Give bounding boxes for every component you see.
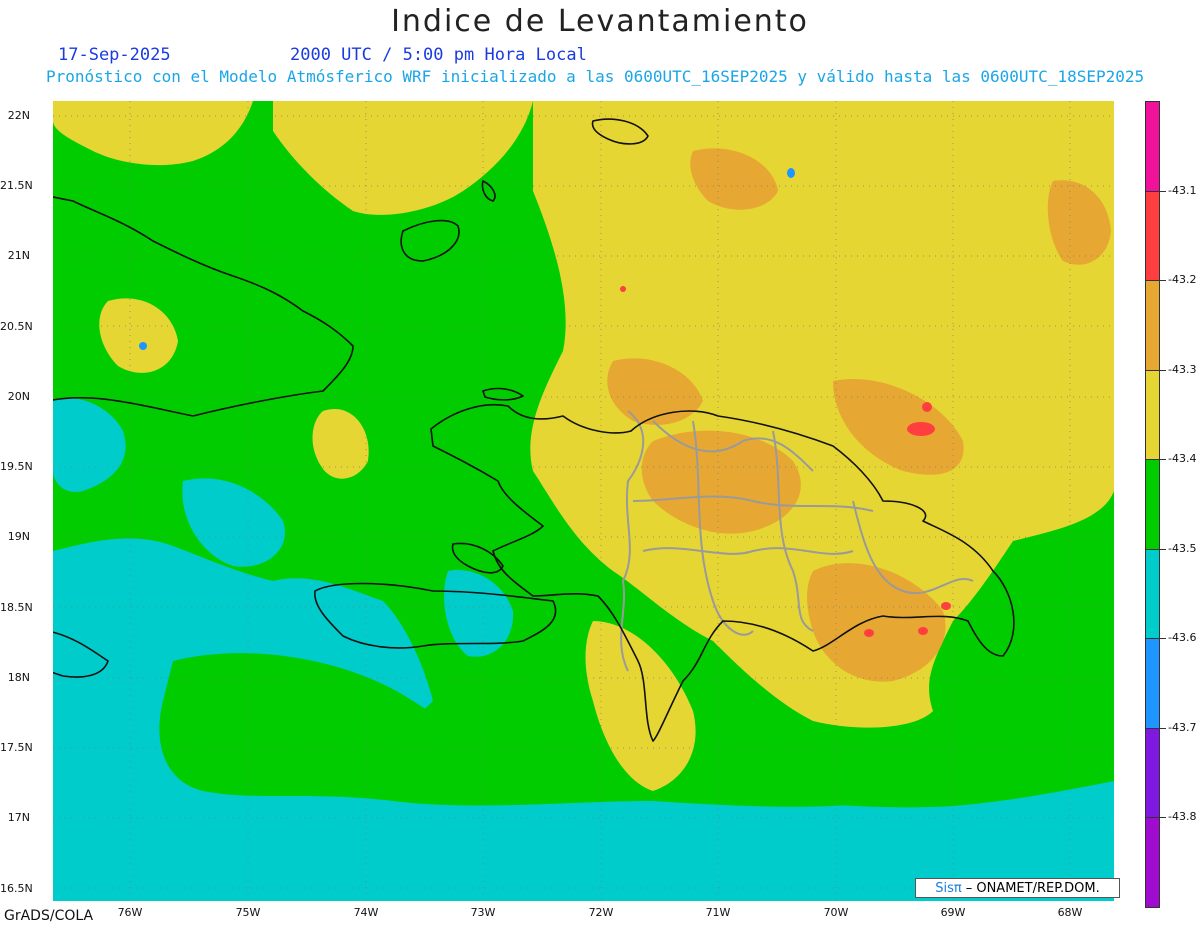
colorbar-swatch xyxy=(1145,548,1160,639)
credit-text: – ONAMET/REP.DOM. xyxy=(965,880,1100,896)
colorbar-swatch xyxy=(1145,101,1160,192)
lon-label: 72W xyxy=(588,906,614,919)
lon-label: 73W xyxy=(470,906,496,919)
lat-label: 21N xyxy=(7,249,30,262)
colorbar-swatch xyxy=(1145,727,1160,818)
colorbar-swatch xyxy=(1145,190,1160,281)
lat-label: 20N xyxy=(7,390,30,403)
colorbar-label: -43.1 xyxy=(1168,183,1197,197)
field-red-spot xyxy=(941,602,951,610)
forecast-date: 17-Sep-2025 xyxy=(58,45,171,65)
lon-label: 69W xyxy=(940,906,966,919)
credit-brand: Sisπ xyxy=(935,880,962,896)
colorbar-tick xyxy=(1160,369,1166,371)
colorbar-tick xyxy=(1160,459,1166,460)
lat-label: 18N xyxy=(7,671,30,684)
colorbar-label: -43.8 xyxy=(1168,810,1197,823)
lat-label: 22N xyxy=(7,109,30,122)
colorbar-label: -43.6 xyxy=(1168,631,1197,644)
colorbar-tick xyxy=(1160,638,1166,639)
software-label: GrADS/COLA xyxy=(4,908,94,924)
colorbar-swatch xyxy=(1145,459,1160,550)
lon-label: 71W xyxy=(705,906,731,919)
colorbar-tick xyxy=(1160,817,1166,818)
field-blue-cell xyxy=(139,342,147,350)
field-red-spot xyxy=(907,422,935,436)
colorbar-label: -43.7 xyxy=(1168,720,1197,734)
lat-label: 17.5N xyxy=(0,741,33,754)
colorbar-label: -43.5 xyxy=(1168,541,1197,555)
field-blue-cell xyxy=(787,168,795,178)
colorbar-tick xyxy=(1160,190,1166,192)
colorbar-tick xyxy=(1160,548,1166,550)
lat-label: 17N xyxy=(7,811,30,824)
lat-label: 18.5N xyxy=(0,601,33,614)
lon-label: 70W xyxy=(823,906,849,919)
colorbar-tick xyxy=(1160,280,1166,281)
colorbar-label: -43.3 xyxy=(1168,362,1197,376)
colorbar-tick xyxy=(1160,727,1166,729)
colorbar-label: -43.2 xyxy=(1168,273,1197,286)
lon-label: 74W xyxy=(353,906,379,919)
colorbar-label: -43.4 xyxy=(1168,452,1197,465)
field-red-spot xyxy=(620,286,626,292)
field-red-spot xyxy=(918,627,928,635)
model-description: Pronóstico con el Modelo Atmósferico WRF… xyxy=(46,67,1145,86)
lat-label: 21.5N xyxy=(0,179,33,192)
field-red-spot xyxy=(864,629,874,637)
map-title: Indice de Levantamiento xyxy=(391,4,809,39)
forecast-time: 2000 UTC / 5:00 pm Hora Local xyxy=(290,45,587,65)
lat-label: 19N xyxy=(7,530,30,543)
credit-box: Sisπ – ONAMET/REP.DOM. xyxy=(915,878,1120,898)
lon-label: 76W xyxy=(117,906,143,919)
colorbar-swatch xyxy=(1145,817,1160,908)
lat-label: 16.5N xyxy=(0,882,33,895)
map-plot xyxy=(53,101,1114,901)
colorbar-swatch xyxy=(1145,280,1160,371)
colorbar-swatch xyxy=(1145,638,1160,729)
field-red-spot xyxy=(922,402,932,412)
colorbar-swatch xyxy=(1145,369,1160,460)
lat-label: 19.5N xyxy=(0,460,33,473)
lifted-index-field xyxy=(53,101,1114,901)
lat-label: 20.5N xyxy=(0,320,33,333)
lon-label: 75W xyxy=(235,906,261,919)
lon-label: 68W xyxy=(1057,906,1083,919)
